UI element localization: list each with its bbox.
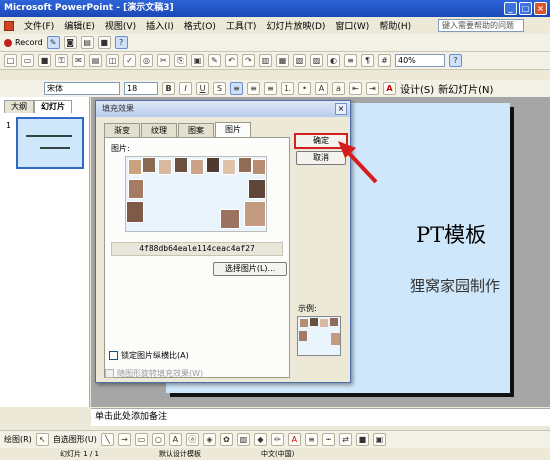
annotation-arrow-icon — [338, 141, 378, 184]
